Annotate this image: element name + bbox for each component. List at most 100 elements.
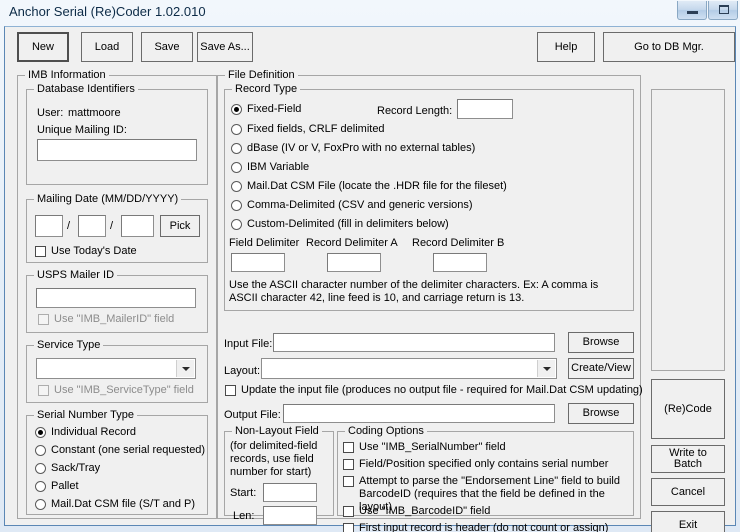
start-label: Start: <box>230 487 257 499</box>
save-as-button[interactable]: Save As... <box>197 32 253 62</box>
maximize-button[interactable] <box>708 1 738 20</box>
record-delimiter-b-input[interactable] <box>433 253 487 272</box>
create-view-layout-button[interactable]: Create/View <box>568 358 634 379</box>
pick-date-button[interactable]: Pick <box>160 215 200 237</box>
record-type-option-custom-delimited[interactable]: Custom-Delimited (fill in delimiters bel… <box>231 218 449 230</box>
chevron-down-icon[interactable] <box>537 360 555 377</box>
cancel-button[interactable]: Cancel <box>651 478 725 506</box>
maximize-icon <box>719 5 729 14</box>
load-button[interactable]: Load <box>81 32 133 62</box>
window-title: Anchor Serial (Re)Coder 1.02.010 <box>9 4 206 19</box>
save-button[interactable]: Save <box>141 32 193 62</box>
non-layout-field-note: (for delimited-field records, use field … <box>230 440 318 478</box>
coding-option-use-imb-serialnumber[interactable]: Use "IMB_SerialNumber" field <box>343 441 506 453</box>
use-imb-servicetype-label: Use "IMB_ServiceType" field <box>54 384 194 396</box>
coding-option-first-record-is-header[interactable]: First input record is header (do not cou… <box>343 522 608 532</box>
radio-dot-icon <box>231 162 242 173</box>
mailing-date-month-input[interactable] <box>35 215 63 237</box>
record-delimiter-b-label: Record Delimiter B <box>412 237 505 249</box>
update-input-file-checkbox[interactable]: Update the input file (produces no outpu… <box>225 384 643 396</box>
checkbox-box-icon <box>343 476 354 487</box>
layout-dropdown[interactable] <box>261 358 557 379</box>
radio-dot-icon <box>35 463 46 474</box>
radio-dot-icon <box>35 445 46 456</box>
input-file-input[interactable] <box>273 333 555 352</box>
ascii-help-text: Use the ASCII character number of the de… <box>229 279 599 304</box>
record-type-option-comma-delimited[interactable]: Comma-Delimited (CSV and generic version… <box>231 199 473 211</box>
coding-options-legend: Coding Options <box>345 425 427 437</box>
use-todays-date-checkbox[interactable]: Use Today's Date <box>35 245 137 257</box>
use-imb-mailerid-checkbox: Use "IMB_MailerID" field <box>38 313 174 325</box>
record-length-input[interactable] <box>457 99 513 119</box>
record-type-option-label: Mail.Dat CSM File (locate the .HDR file … <box>247 180 507 192</box>
radio-dot-icon <box>35 427 46 438</box>
coding-option-label: Field/Position specified only contains s… <box>359 458 609 470</box>
radio-dot-icon <box>231 124 242 135</box>
input-file-browse-button[interactable]: Browse <box>568 332 634 353</box>
checkbox-box-icon <box>343 442 354 453</box>
serial-type-option-maildat-csm[interactable]: Mail.Dat CSM file (S/T and P) <box>35 498 195 510</box>
record-type-option-fixed-field[interactable]: Fixed-Field <box>231 103 301 115</box>
record-type-option-ibm-variable[interactable]: IBM Variable <box>231 161 309 173</box>
serial-type-option-constant[interactable]: Constant (one serial requested) <box>35 444 205 456</box>
unique-mailing-id-input[interactable] <box>37 139 197 161</box>
window-controls <box>677 1 738 20</box>
help-button[interactable]: Help <box>537 32 595 62</box>
exit-button[interactable]: Exit <box>651 511 725 532</box>
radio-dot-icon <box>231 200 242 211</box>
use-imb-servicetype-checkbox: Use "IMB_ServiceType" field <box>38 384 194 396</box>
minimize-button[interactable] <box>677 1 707 20</box>
mailing-date-legend: Mailing Date (MM/DD/YYYY) <box>34 193 182 205</box>
service-type-legend: Service Type <box>34 339 104 351</box>
layout-label: Layout: <box>224 365 261 377</box>
record-type-option-crlf-delimited[interactable]: Fixed fields, CRLF delimited <box>231 123 385 135</box>
write-to-batch-button[interactable]: Write to Batch <box>651 445 725 473</box>
field-delimiter-input[interactable] <box>231 253 285 272</box>
serial-type-option-pallet[interactable]: Pallet <box>35 480 79 492</box>
start-input[interactable] <box>263 483 317 502</box>
dialog-surface: New Load Save Save As... Help Go to DB M… <box>5 27 735 532</box>
mailing-date-day-input[interactable] <box>78 215 106 237</box>
len-label: Len: <box>233 510 255 522</box>
coding-option-field-position-serial-only[interactable]: Field/Position specified only contains s… <box>343 458 608 470</box>
file-definition-legend: File Definition <box>225 69 298 81</box>
usps-mailer-id-input[interactable] <box>36 288 196 308</box>
radio-dot-icon <box>35 481 46 492</box>
output-file-browse-button[interactable]: Browse <box>568 403 634 424</box>
service-type-dropdown[interactable] <box>36 358 196 379</box>
new-button[interactable]: New <box>17 32 69 62</box>
checkbox-box-icon <box>343 459 354 470</box>
record-type-option-label: dBase (IV or V, FoxPro with no external … <box>247 142 476 154</box>
record-type-option-label: IBM Variable <box>247 161 310 173</box>
coding-option-label: Use "IMB_SerialNumber" field <box>359 441 506 453</box>
serial-type-option-label: Mail.Dat CSM file (S/T and P) <box>51 498 196 510</box>
checkbox-box-icon <box>38 385 49 396</box>
chevron-down-icon[interactable] <box>176 360 194 377</box>
input-file-label: Input File: <box>224 338 273 350</box>
record-type-option-dbase[interactable]: dBase (IV or V, FoxPro with no external … <box>231 142 475 154</box>
use-imb-mailerid-label: Use "IMB_MailerID" field <box>54 313 175 325</box>
output-file-input[interactable] <box>283 404 555 423</box>
record-type-option-maildat-csm-file[interactable]: Mail.Dat CSM File (locate the .HDR file … <box>231 180 507 192</box>
minimize-icon <box>687 11 698 14</box>
record-type-legend: Record Type <box>232 83 301 95</box>
use-todays-date-label: Use Today's Date <box>51 245 137 257</box>
coding-option-use-imb-barcodeid[interactable]: Use "IMB_BarcodeID" field <box>343 505 490 517</box>
record-type-option-label: Custom-Delimited (fill in delimiters bel… <box>247 218 449 230</box>
recode-button[interactable]: (Re)Code <box>651 379 725 439</box>
serial-type-option-label: Individual Record <box>51 426 136 438</box>
checkbox-box-icon <box>38 314 49 325</box>
title-bar: Anchor Serial (Re)Coder 1.02.010 <box>0 0 740 26</box>
serial-type-option-individual-record[interactable]: Individual Record <box>35 426 136 438</box>
unique-mailing-id-label: Unique Mailing ID: <box>37 124 127 136</box>
serial-type-option-label: Sack/Tray <box>51 462 101 474</box>
go-to-db-mgr-button[interactable]: Go to DB Mgr. <box>603 32 735 62</box>
serial-type-option-label: Pallet <box>51 480 79 492</box>
checkbox-box-icon <box>35 246 46 257</box>
mailing-date-year-input[interactable] <box>121 215 154 237</box>
record-delimiter-a-input[interactable] <box>327 253 381 272</box>
radio-dot-icon <box>231 219 242 230</box>
len-input[interactable] <box>263 506 317 525</box>
serial-type-option-sack-tray[interactable]: Sack/Tray <box>35 462 100 474</box>
coding-option-label: First input record is header (do not cou… <box>359 522 609 532</box>
